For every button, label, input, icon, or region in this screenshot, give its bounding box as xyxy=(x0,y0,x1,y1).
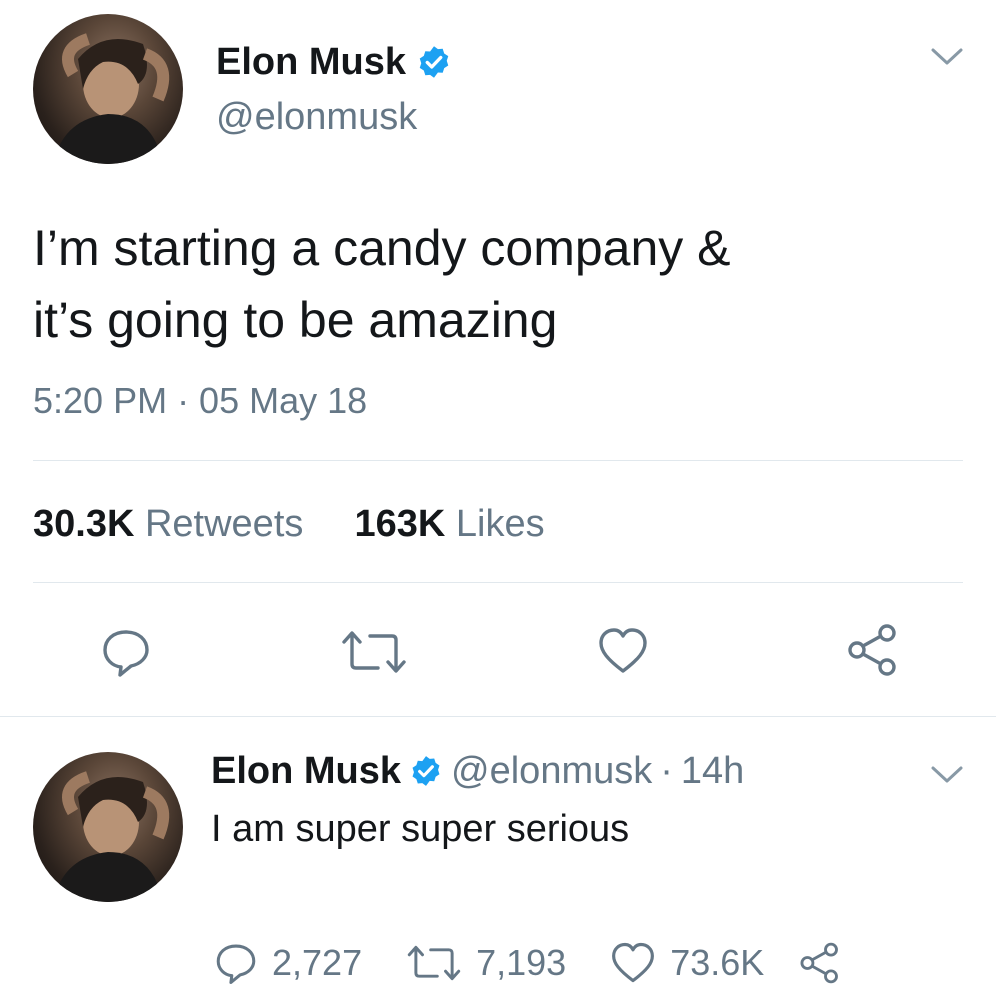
chevron-down-icon[interactable] xyxy=(930,46,964,68)
reply-author-handle[interactable]: @elonmusk xyxy=(451,750,652,793)
tweet-stats: 30.3K Retweets 163K Likes xyxy=(33,503,545,546)
share-icon[interactable] xyxy=(798,941,842,985)
reply-icon[interactable] xyxy=(100,626,152,678)
reply-icon[interactable] xyxy=(214,941,258,985)
reply-author-row: Elon Musk @elonmusk · 14h xyxy=(211,748,744,794)
retweet-count: 7,193 xyxy=(476,942,567,983)
tweet-text: I’m starting a candy company & it’s goin… xyxy=(33,212,731,356)
heart-icon[interactable] xyxy=(610,941,656,985)
reply-tweet-text: I am super super serious xyxy=(211,808,630,850)
retweets-stat[interactable]: 30.3K Retweets xyxy=(33,503,314,545)
author-name[interactable]: Elon Musk xyxy=(216,41,406,84)
reply-count: 2,727 xyxy=(272,942,363,983)
retweets-count: 30.3K xyxy=(33,503,135,545)
tweet-text-line: it’s going to be amazing xyxy=(33,292,558,348)
divider xyxy=(0,716,996,717)
like-count: 73.6K xyxy=(670,942,765,983)
reply-time[interactable]: 14h xyxy=(681,750,744,793)
retweet-icon[interactable] xyxy=(406,941,462,985)
share-icon[interactable] xyxy=(845,622,901,678)
chevron-down-icon[interactable] xyxy=(930,764,964,786)
reply-author-name[interactable]: Elon Musk xyxy=(211,750,401,793)
reply-time-separator: · xyxy=(660,749,673,792)
likes-stat[interactable]: 163K Likes xyxy=(355,503,545,545)
reply-action-bar: 2,727 7,193 73.6K xyxy=(214,938,842,988)
retweets-label: Retweets xyxy=(144,503,304,545)
avatar[interactable] xyxy=(33,14,183,164)
likes-count: 163K xyxy=(354,503,446,545)
verified-badge-icon xyxy=(409,754,443,788)
verified-badge-icon xyxy=(416,44,452,80)
tweet-timestamp[interactable]: 5:20 PM · 05 May 18 xyxy=(33,380,367,422)
divider xyxy=(33,460,963,461)
tweet-text-line: I’m starting a candy company & xyxy=(33,220,731,276)
author-handle[interactable]: @elonmusk xyxy=(216,96,417,139)
heart-icon[interactable] xyxy=(597,626,649,676)
author-row: Elon Musk xyxy=(216,40,452,84)
divider xyxy=(33,582,963,583)
likes-label: Likes xyxy=(455,503,545,545)
avatar[interactable] xyxy=(33,752,183,902)
retweet-icon[interactable] xyxy=(340,626,408,678)
